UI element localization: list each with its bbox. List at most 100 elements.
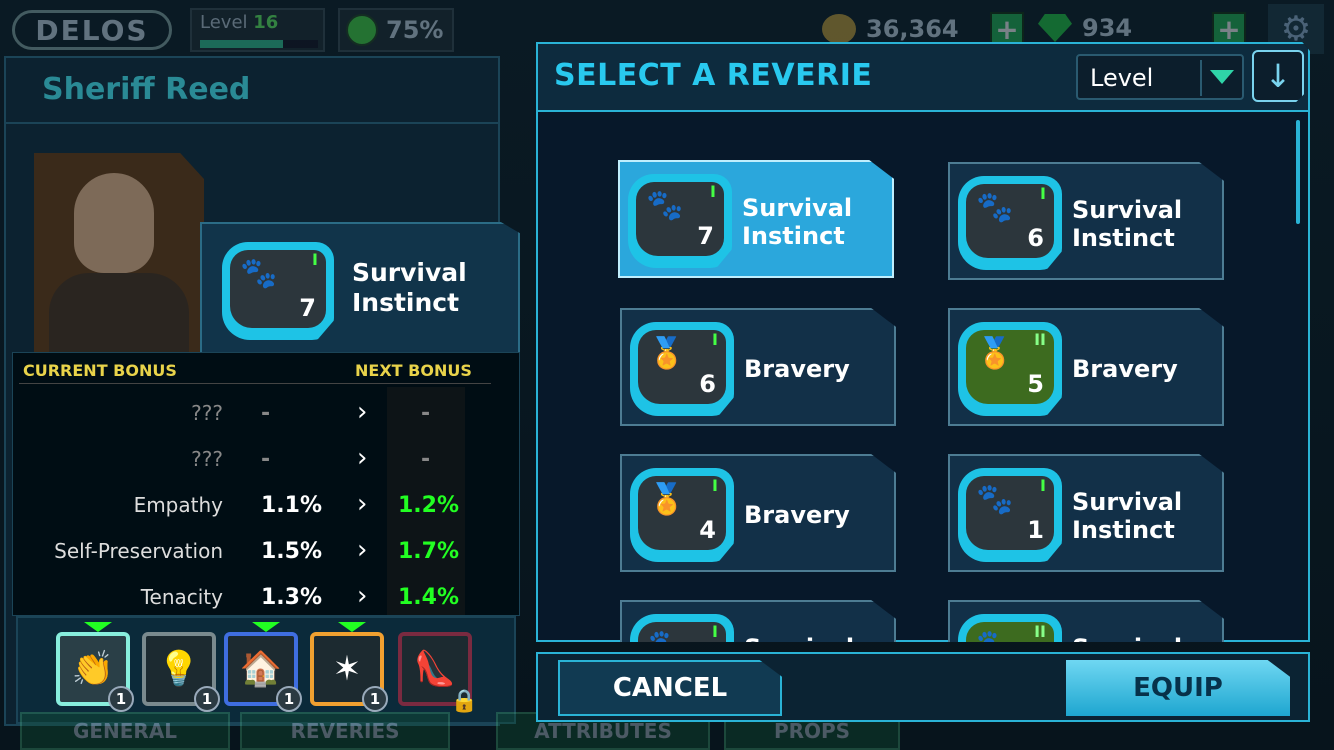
heel-shoe-icon: 👠 bbox=[413, 649, 457, 689]
reverie-tier: I bbox=[712, 330, 718, 349]
reverie-level: 6 bbox=[699, 370, 716, 398]
bonus-row: ??? - › - bbox=[13, 437, 513, 483]
reverie-list[interactable]: 🐾 I 7 Survival Instinct 🐾 I 6 Survival I… bbox=[538, 114, 1308, 642]
reverie-card[interactable]: 🐾 I Survival Instinct bbox=[620, 600, 896, 642]
bonus-current: - bbox=[261, 447, 271, 472]
bonus-row: Tenacity 1.3% › 1.4% bbox=[13, 575, 513, 621]
equip-button[interactable]: EQUIP bbox=[1066, 660, 1290, 716]
reverie-card[interactable]: 🐾 I 1 Survival Instinct bbox=[948, 454, 1224, 572]
medal-icon: 🏅 bbox=[976, 336, 1014, 371]
reverie-level: 6 bbox=[1027, 224, 1044, 252]
coins-display: 36,364 bbox=[822, 14, 959, 44]
level-progress-bar bbox=[200, 40, 318, 48]
tab-general[interactable]: GENERAL bbox=[20, 712, 230, 750]
coins-value: 36,364 bbox=[866, 15, 959, 43]
bonus-current: 1.5% bbox=[261, 539, 323, 564]
paw-head-icon: 🐾 bbox=[976, 628, 1013, 642]
happiness-value: 75% bbox=[386, 16, 444, 44]
bonus-current: 1.3% bbox=[261, 585, 323, 610]
chevron-down-icon bbox=[1210, 70, 1234, 84]
character-name: Sheriff Reed bbox=[42, 72, 251, 107]
reverie-card[interactable]: 🐾 II Survival Instinct bbox=[948, 600, 1224, 642]
sort-dropdown[interactable]: Level bbox=[1076, 54, 1244, 100]
add-coins-button[interactable]: + bbox=[990, 12, 1024, 46]
tab-reveries[interactable]: REVERIES bbox=[240, 712, 450, 750]
medal-icon: 🏅 bbox=[648, 336, 686, 371]
hands-icon: 👏 bbox=[71, 649, 115, 689]
reverie-tier: I bbox=[1040, 476, 1046, 495]
reverie-slot-bar: 👏 1 💡 1 🏠 1 ✶ 1 👠 🔒 bbox=[16, 616, 516, 724]
reverie-name: Survival Instinct bbox=[742, 194, 853, 250]
reverie-name: Survival Instinct bbox=[1072, 488, 1183, 544]
reverie-badge: 🐾 I 7 bbox=[222, 242, 334, 340]
paw-head-icon: 🐾 bbox=[648, 628, 685, 642]
reverie-slot-locked[interactable]: 👠 🔒 bbox=[398, 632, 478, 714]
chevron-right-icon: › bbox=[357, 535, 368, 565]
level-label: Level bbox=[200, 12, 248, 33]
bonus-name: Self-Preservation bbox=[54, 539, 223, 563]
bonus-row: Self-Preservation 1.5% › 1.7% bbox=[13, 529, 513, 575]
bonus-row: ??? - › - bbox=[13, 391, 513, 437]
reverie-slot[interactable]: 🏠 1 bbox=[224, 622, 302, 712]
dialog-header: SELECT A REVERIE Level ↓ bbox=[538, 44, 1308, 112]
lightbulb-icon: 💡 bbox=[157, 649, 201, 689]
reverie-tier: II bbox=[1034, 330, 1046, 349]
equipped-reverie-card: 🐾 I 7 Survival Instinct bbox=[200, 222, 520, 362]
chevron-right-icon: › bbox=[357, 581, 368, 611]
gems-value: 934 bbox=[1082, 14, 1133, 42]
reverie-name: Survival Instinct bbox=[352, 258, 467, 317]
sort-value: Level bbox=[1090, 64, 1154, 92]
reverie-tier: I bbox=[712, 622, 718, 641]
bonus-name: ??? bbox=[191, 401, 223, 425]
dialog-footer: CANCEL EQUIP bbox=[536, 652, 1310, 722]
happiness-indicator: 75% bbox=[338, 8, 454, 52]
chevron-right-icon: › bbox=[357, 397, 368, 427]
coin-icon bbox=[822, 14, 856, 44]
next-bonus-header: NEXT BONUS bbox=[355, 361, 472, 380]
arrow-down-icon[interactable]: ↓ bbox=[1252, 50, 1304, 102]
bonus-name: Tenacity bbox=[140, 585, 223, 609]
slot-count: 1 bbox=[194, 686, 220, 712]
bonus-table: CURRENT BONUS NEXT BONUS ??? - › - ??? -… bbox=[12, 352, 520, 616]
reverie-level: 1 bbox=[1027, 516, 1044, 544]
paw-head-icon: 🐾 bbox=[240, 256, 278, 291]
paw-head-icon: 🐾 bbox=[976, 190, 1014, 225]
slot-count: 1 bbox=[362, 686, 388, 712]
cancel-button[interactable]: CANCEL bbox=[558, 660, 782, 716]
reverie-card[interactable]: 🐾 I 7 Survival Instinct bbox=[618, 160, 894, 278]
bonus-next: - bbox=[421, 401, 431, 426]
bonus-current: - bbox=[261, 401, 271, 426]
reverie-slot[interactable]: 💡 1 bbox=[142, 632, 220, 712]
reverie-level: 5 bbox=[1027, 370, 1044, 398]
reverie-name: Bravery bbox=[1072, 355, 1178, 383]
medal-icon: 🏅 bbox=[648, 482, 686, 517]
bonus-row: Empathy 1.1% › 1.2% bbox=[13, 483, 513, 529]
add-gems-button[interactable]: + bbox=[1212, 12, 1246, 46]
reverie-slot[interactable]: 👏 1 bbox=[56, 622, 134, 712]
current-bonus-header: CURRENT BONUS bbox=[23, 361, 177, 380]
reverie-level: 4 bbox=[699, 516, 716, 544]
paw-head-icon: 🐾 bbox=[976, 482, 1014, 517]
reverie-card[interactable]: 🏅 I 6 Bravery bbox=[620, 308, 896, 426]
reverie-level: 7 bbox=[697, 222, 714, 250]
bonus-name: ??? bbox=[191, 447, 223, 471]
reverie-card[interactable]: 🏅 II 5 Bravery bbox=[948, 308, 1224, 426]
sheriff-star-icon: ✶ bbox=[332, 649, 362, 689]
reverie-name: Survival Instinct bbox=[744, 634, 884, 642]
reverie-card[interactable]: 🐾 I 6 Survival Instinct bbox=[948, 162, 1224, 280]
reverie-card[interactable]: 🏅 I 4 Bravery bbox=[620, 454, 896, 572]
bonus-current: 1.1% bbox=[261, 493, 323, 518]
reverie-tier: I bbox=[710, 182, 716, 201]
list-scrollbar[interactable] bbox=[1296, 120, 1300, 224]
slot-count: 1 bbox=[276, 686, 302, 712]
slot-count: 1 bbox=[108, 686, 134, 712]
reverie-tier: I bbox=[1040, 184, 1046, 203]
delos-logo: DELOS bbox=[12, 10, 172, 50]
bonus-next: 1.4% bbox=[398, 585, 460, 610]
chevron-right-icon: › bbox=[357, 443, 368, 473]
reverie-name: Bravery bbox=[744, 501, 850, 529]
reverie-slot[interactable]: ✶ 1 bbox=[310, 622, 388, 712]
bonus-next: 1.2% bbox=[398, 493, 460, 518]
gems-display: 934 bbox=[1038, 14, 1132, 42]
reverie-tier: II bbox=[1034, 622, 1046, 641]
